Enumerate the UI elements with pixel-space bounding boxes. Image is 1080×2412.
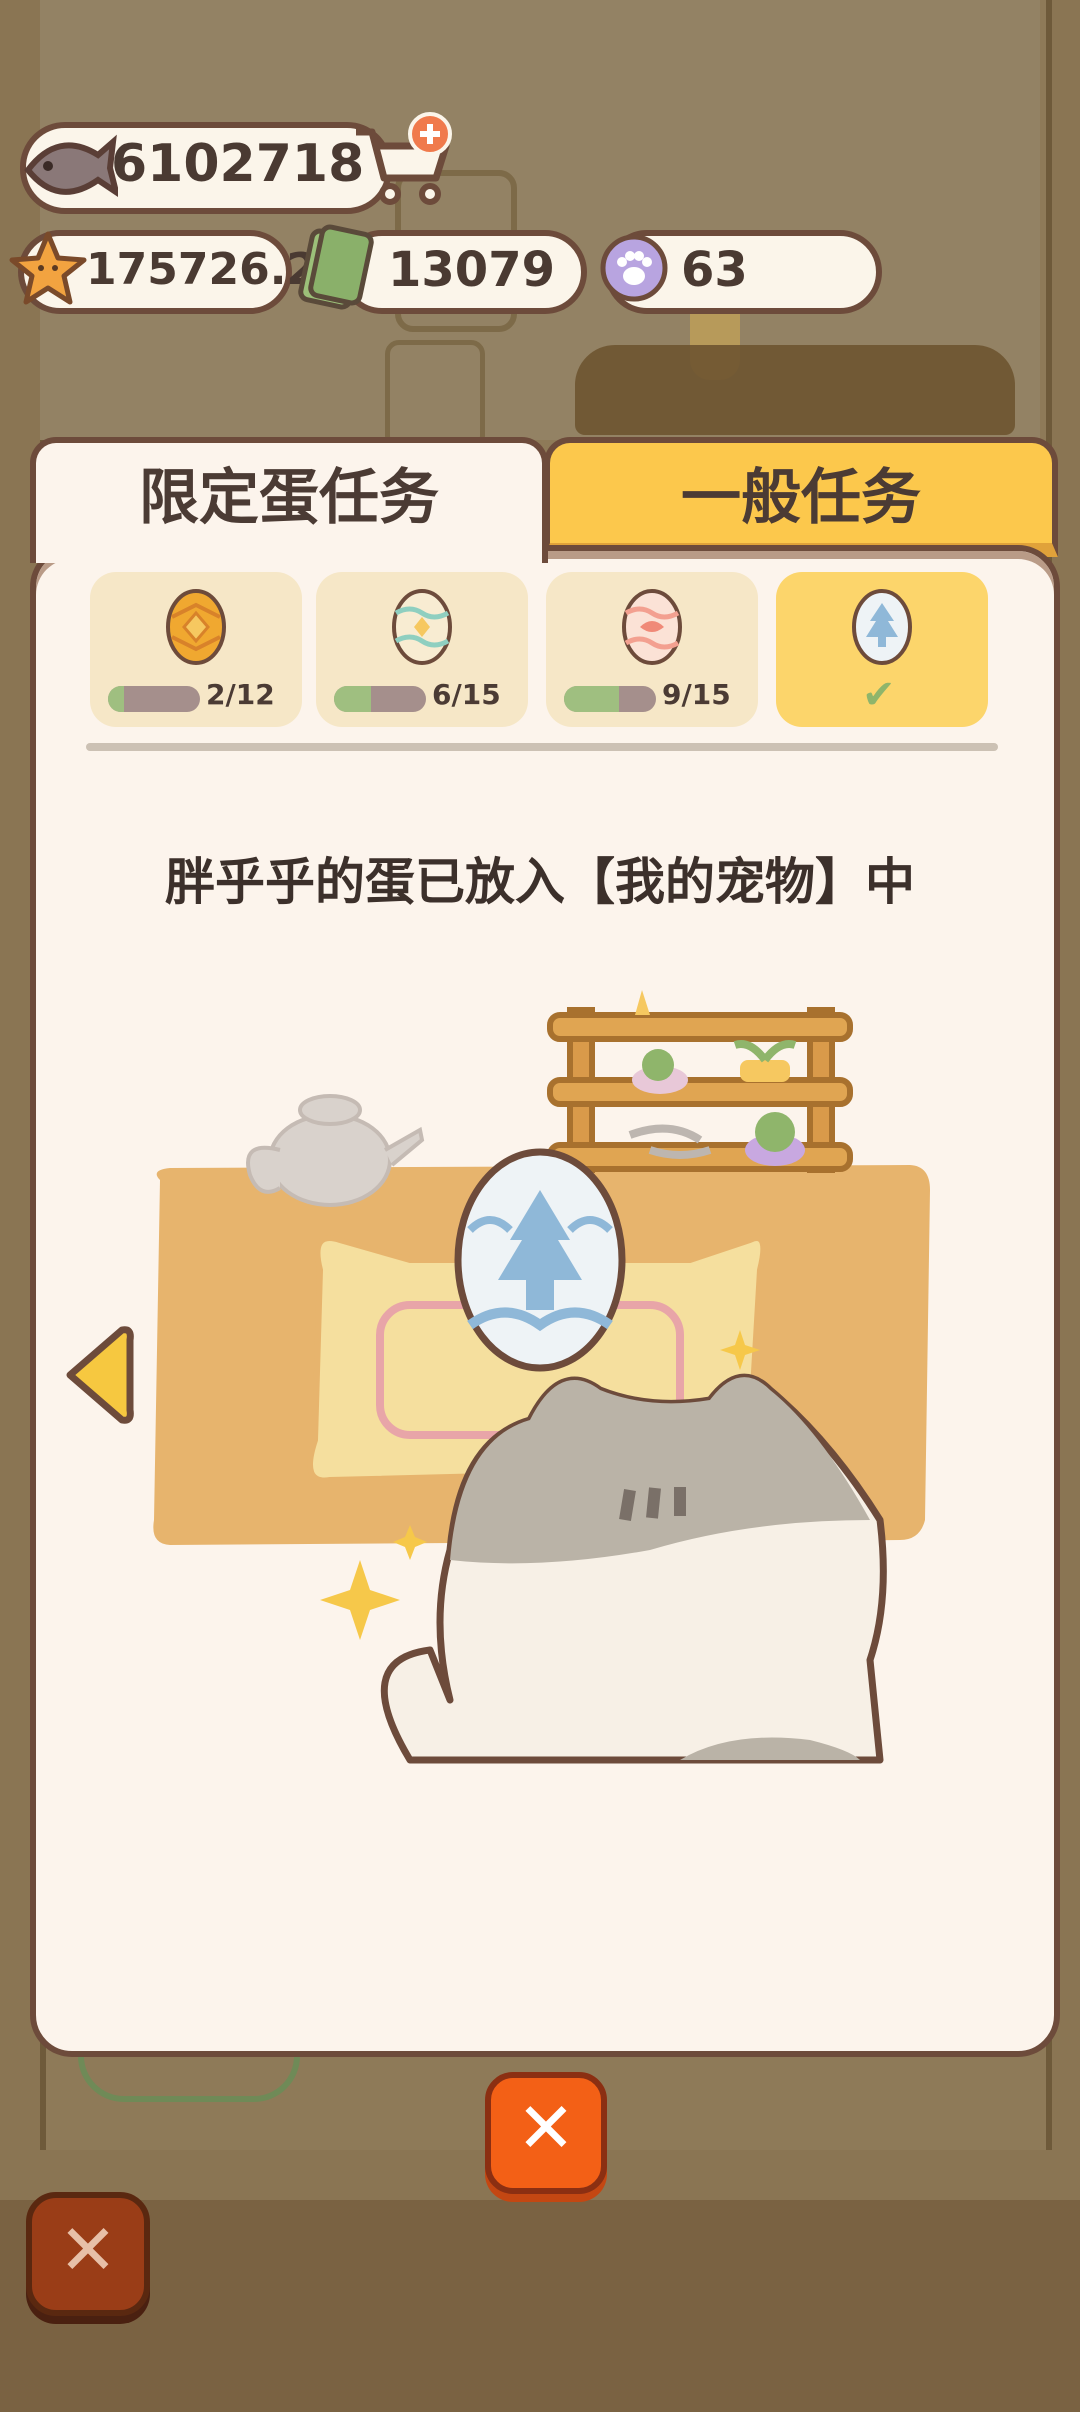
orange-egg-icon: [166, 589, 226, 665]
egg-card[interactable]: 2/12: [90, 572, 302, 727]
egg-progress-bar: [108, 686, 200, 712]
result-message: 胖乎乎的蛋已放入【我的宠物】中: [165, 853, 915, 911]
close-icon: ✕: [58, 2209, 118, 2291]
star-icon: [9, 231, 87, 305]
egg-progress-count: 6/15: [432, 678, 501, 711]
egg-progress-count: 2/12: [206, 678, 275, 711]
cash-count: 13079: [388, 242, 555, 298]
tab-general-tasks[interactable]: 一般任务: [544, 437, 1058, 557]
paw-count: 63: [681, 242, 748, 298]
cash-icon: [298, 224, 374, 310]
blue-tree-egg-icon: [852, 589, 912, 665]
wall-note: [385, 340, 485, 450]
egg-placed-illustration: [153, 990, 931, 1764]
close-panel-button[interactable]: ✕: [485, 2072, 607, 2194]
tab-general-label: 一般任务: [681, 463, 921, 533]
background-button: [78, 2050, 300, 2102]
cash-currency: 13079: [340, 230, 587, 314]
completed-check-icon: ✔: [862, 672, 896, 718]
close-background-button[interactable]: ✕: [26, 2192, 150, 2316]
mint-egg-icon: [392, 589, 452, 665]
egg-card[interactable]: 6/15: [316, 572, 528, 727]
tab-limited-label: 限定蛋任务: [139, 463, 439, 533]
egg-progress-bar: [334, 686, 426, 712]
egg-card[interactable]: 9/15: [546, 572, 758, 727]
divider: [86, 743, 998, 751]
close-icon: ✕: [516, 2087, 576, 2169]
fish-icon: [24, 134, 118, 197]
egg-progress-bar: [564, 686, 656, 712]
pink-egg-icon: [622, 589, 682, 665]
previous-arrow-button[interactable]: [60, 1320, 140, 1430]
shop-cart-icon[interactable]: [350, 112, 460, 212]
paw-icon: [600, 234, 668, 302]
star-count: 175726.2: [86, 244, 318, 295]
wooden-shelf: [547, 1007, 853, 1173]
egg-card-selected[interactable]: ✔: [776, 572, 988, 727]
tab-limited-egg-tasks[interactable]: 限定蛋任务: [30, 437, 548, 563]
fish-count: 6102718: [111, 134, 365, 194]
egg-progress-count: 9/15: [662, 678, 731, 711]
shelf-background: [575, 345, 1015, 435]
